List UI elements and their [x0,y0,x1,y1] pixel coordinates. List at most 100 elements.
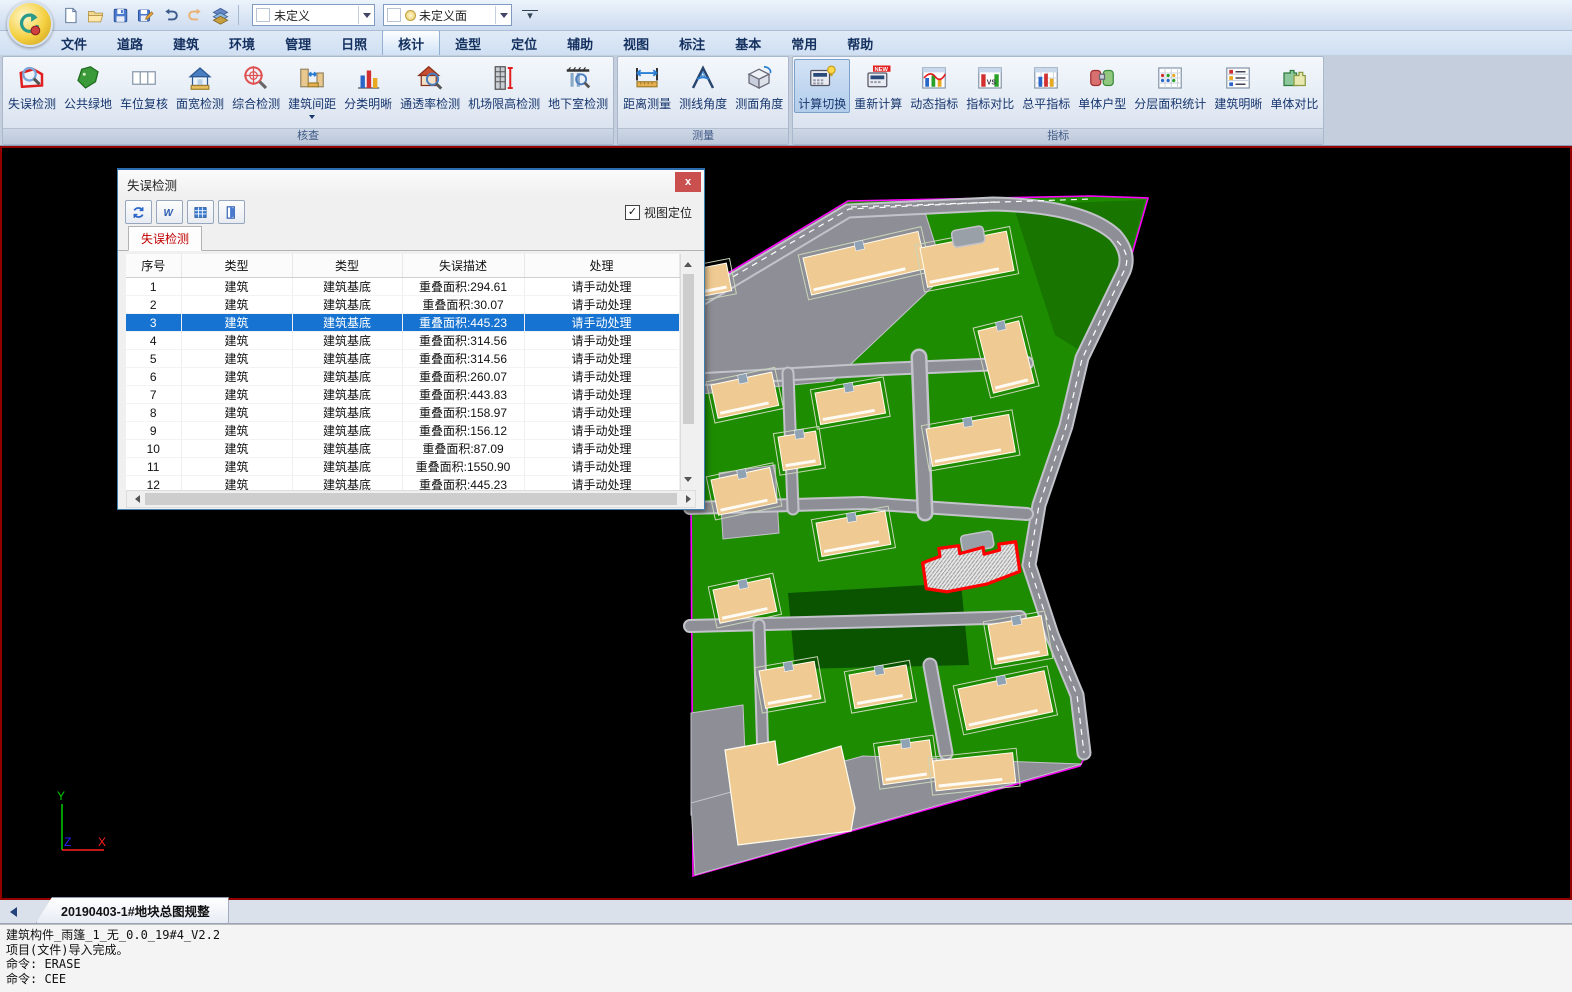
ribbon-button-计算切换[interactable]: 计算切换 [794,59,850,113]
menu-tab-常用[interactable]: 常用 [776,31,832,55]
undo-icon[interactable] [158,3,183,27]
save-as-icon[interactable] [133,3,158,27]
ribbon-button-综合检测[interactable]: 综合检测 [228,59,284,113]
chevron-down-icon[interactable] [309,115,315,122]
column-header[interactable]: 处理 [524,254,679,278]
horizontal-scrollbar[interactable] [126,490,696,508]
refresh-icon[interactable] [125,200,152,224]
axis-x-label: X [98,835,106,849]
ribbon-button-总平指标[interactable]: 总平指标 [1018,59,1074,113]
table-row-6[interactable]: 6建筑建筑基底重叠面积:260.07请手动处理 [126,368,679,386]
ribbon-button-测面角度[interactable]: 测面角度 [731,59,787,113]
table-row-9[interactable]: 9建筑建筑基底重叠面积:156.12请手动处理 [126,422,679,440]
horizontal-scroll-thumb[interactable] [145,493,677,505]
ribbon-button-面宽检测[interactable]: 面宽检测 [172,59,228,113]
redo-icon[interactable] [183,3,208,27]
ribbon-button-建筑明晰[interactable]: 建筑明晰 [1210,59,1266,113]
table-cell: 9 [126,422,181,440]
table-row-8[interactable]: 8建筑建筑基底重叠面积:158.97请手动处理 [126,404,679,422]
table-cell: 建筑 [181,476,292,491]
toolbar-overflow-button[interactable]: ▾ [522,10,538,21]
column-header[interactable]: 类型 [181,254,292,278]
menu-tab-视图[interactable]: 视图 [608,31,664,55]
ribbon-group-label: 核查 [3,128,613,144]
word-export-icon[interactable]: W [156,200,183,224]
exit-panel-icon[interactable] [218,200,245,224]
ribbon-button-分层面积统计[interactable]: 分层面积统计 [1130,59,1210,113]
close-icon[interactable]: x [675,172,701,192]
column-header[interactable]: 失误描述 [402,254,524,278]
command-line-area[interactable]: 建筑构件_雨篷_1_无_0.0_19#4_V2.2项目(文件)导入完成。命令: … [0,924,1572,992]
table-row-1[interactable]: 1建筑建筑基底重叠面积:294.61请手动处理 [126,278,679,296]
menu-tab-辅助[interactable]: 辅助 [552,31,608,55]
ribbon-button-机场限高检测[interactable]: 机场限高检测 [464,59,544,113]
ribbon-button-单体户型[interactable]: 单体户型 [1074,59,1130,113]
ribbon-button-公共绿地[interactable]: 公共绿地 [60,59,116,113]
open-folder-icon[interactable] [83,3,108,27]
ribbon-group-核查: 失误检测公共绿地车位复核面宽检测综合检测建筑间距分类明晰通透率检测机场限高检测地… [2,56,614,145]
vertical-scroll-thumb[interactable] [683,274,695,424]
tab-nav-left-icon[interactable] [0,900,22,923]
scroll-right-icon[interactable] [678,491,695,507]
ribbon-button-建筑间距[interactable]: 建筑间距 [284,59,340,123]
tab-error-check[interactable]: 失误检测 [128,226,202,251]
ribbon-button-测线角度[interactable]: A测线角度 [675,59,731,113]
ribbon-button-指标对比[interactable]: VS指标对比 [962,59,1018,113]
save-icon[interactable] [108,3,133,27]
ribbon-button-分类明晰[interactable]: 分类明晰 [340,59,396,113]
menu-tab-标注[interactable]: 标注 [664,31,720,55]
menu-tab-文件[interactable]: 文件 [46,31,102,55]
menu-tab-造型[interactable]: 造型 [440,31,496,55]
menu-tab-基本[interactable]: 基本 [720,31,776,55]
scroll-left-icon[interactable] [127,491,144,507]
table-row-12[interactable]: 12建筑建筑基底重叠面积:445.23请手动处理 [126,476,679,491]
table-row-7[interactable]: 7建筑建筑基底重叠面积:443.83请手动处理 [126,386,679,404]
ribbon-button-label: 重新计算 [854,95,902,112]
ribbon-button-地下室检测[interactable]: 地下室检测 [544,59,612,113]
ribbon-button-单体对比[interactable]: 单体对比 [1266,59,1322,113]
table-row-10[interactable]: 10建筑建筑基底重叠面积:87.09请手动处理 [126,440,679,458]
ribbon-group-label: 测量 [618,128,788,144]
scroll-down-icon[interactable] [681,473,697,490]
menu-tab-道路[interactable]: 道路 [102,31,158,55]
table-row-2[interactable]: 2建筑建筑基底重叠面积:30.07请手动处理 [126,296,679,314]
ribbon-button-动态指标[interactable]: 动态指标 [906,59,962,113]
document-tab[interactable]: 20190403-1#地块总图规整 [36,897,229,923]
chevron-down-icon[interactable] [358,6,374,24]
table-row-4[interactable]: 4建筑建筑基底重叠面积:314.56请手动处理 [126,332,679,350]
menu-tab-管理[interactable]: 管理 [270,31,326,55]
menu-tab-日照[interactable]: 日照 [326,31,382,55]
ribbon-button-距离测量[interactable]: 距离测量 [619,59,675,113]
menu-tab-建筑[interactable]: 建筑 [158,31,214,55]
table-cell: 重叠面积:158.97 [402,404,524,422]
building-footprint[interactable] [983,611,1052,669]
ribbon-button-车位复核[interactable]: 车位复核 [116,59,172,113]
dialog-titlebar[interactable]: 失误检测 x [118,170,704,198]
menu-tab-帮助[interactable]: 帮助 [832,31,888,55]
column-header[interactable]: 类型 [292,254,402,278]
ribbon-button-label: 机场限高检测 [468,95,540,112]
ribbon-button-失误检测[interactable]: 失误检测 [4,59,60,113]
view-locate-checkbox[interactable]: ✓ 视图定位 [625,204,692,221]
table-cell: 请手动处理 [524,350,679,368]
column-header[interactable]: 序号 [126,254,181,278]
layers-icon[interactable] [208,3,233,27]
new-file-icon[interactable] [58,3,83,27]
table-row-3[interactable]: 3建筑建筑基底重叠面积:445.23请手动处理 [126,314,679,332]
menu-tab-定位[interactable]: 定位 [496,31,552,55]
face-combo[interactable]: 未定义面 [383,4,512,26]
ribbon-button-重新计算[interactable]: NEW重新计算 [850,59,906,113]
vertical-scrollbar[interactable] [680,254,697,490]
style-combo[interactable]: 未定义 [252,4,375,26]
drawing-canvas[interactable]: Y X Z 失误检测 x W ✓ 视图定位 失误检测 序号类型类型失误描述处理 [0,146,1572,900]
app-logo[interactable] [7,1,53,47]
table-row-5[interactable]: 5建筑建筑基底重叠面积:314.56请手动处理 [126,350,679,368]
site-plan-map[interactable] [683,153,1188,883]
chevron-down-icon[interactable] [495,6,511,24]
table-view-icon[interactable] [187,200,214,224]
scroll-up-icon[interactable] [681,254,697,271]
ribbon-button-通透率检测[interactable]: 通透率检测 [396,59,464,113]
table-row-11[interactable]: 11建筑建筑基底重叠面积:1550.90请手动处理 [126,458,679,476]
menu-tab-环境[interactable]: 环境 [214,31,270,55]
menu-tab-核计[interactable]: 核计 [382,30,440,55]
